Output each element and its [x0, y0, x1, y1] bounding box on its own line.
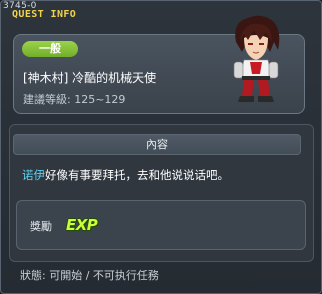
- quest-title: [神木村] 冷酷的机械天使: [23, 71, 157, 85]
- npc-name: 诺伊: [22, 168, 45, 182]
- exp-reward-icon: EXP: [66, 216, 98, 234]
- quest-description: 诺伊好像有事要拜托，去和他说说话吧。: [22, 167, 229, 183]
- quest-status: 狀態: 可開始 / 不可执行任務: [20, 269, 159, 282]
- reward-panel: [16, 200, 306, 250]
- description-text: 好像有事要拜托，去和他说说话吧。: [45, 168, 229, 182]
- window-title: QUEST INFO: [12, 9, 77, 20]
- content-header: 內容: [13, 134, 301, 155]
- level-requirement: 建議等級: 125~129: [23, 93, 126, 106]
- quest-category-badge: 一般: [22, 41, 78, 57]
- npc-avatar: [233, 15, 280, 102]
- reward-label: 獎勵: [30, 220, 52, 233]
